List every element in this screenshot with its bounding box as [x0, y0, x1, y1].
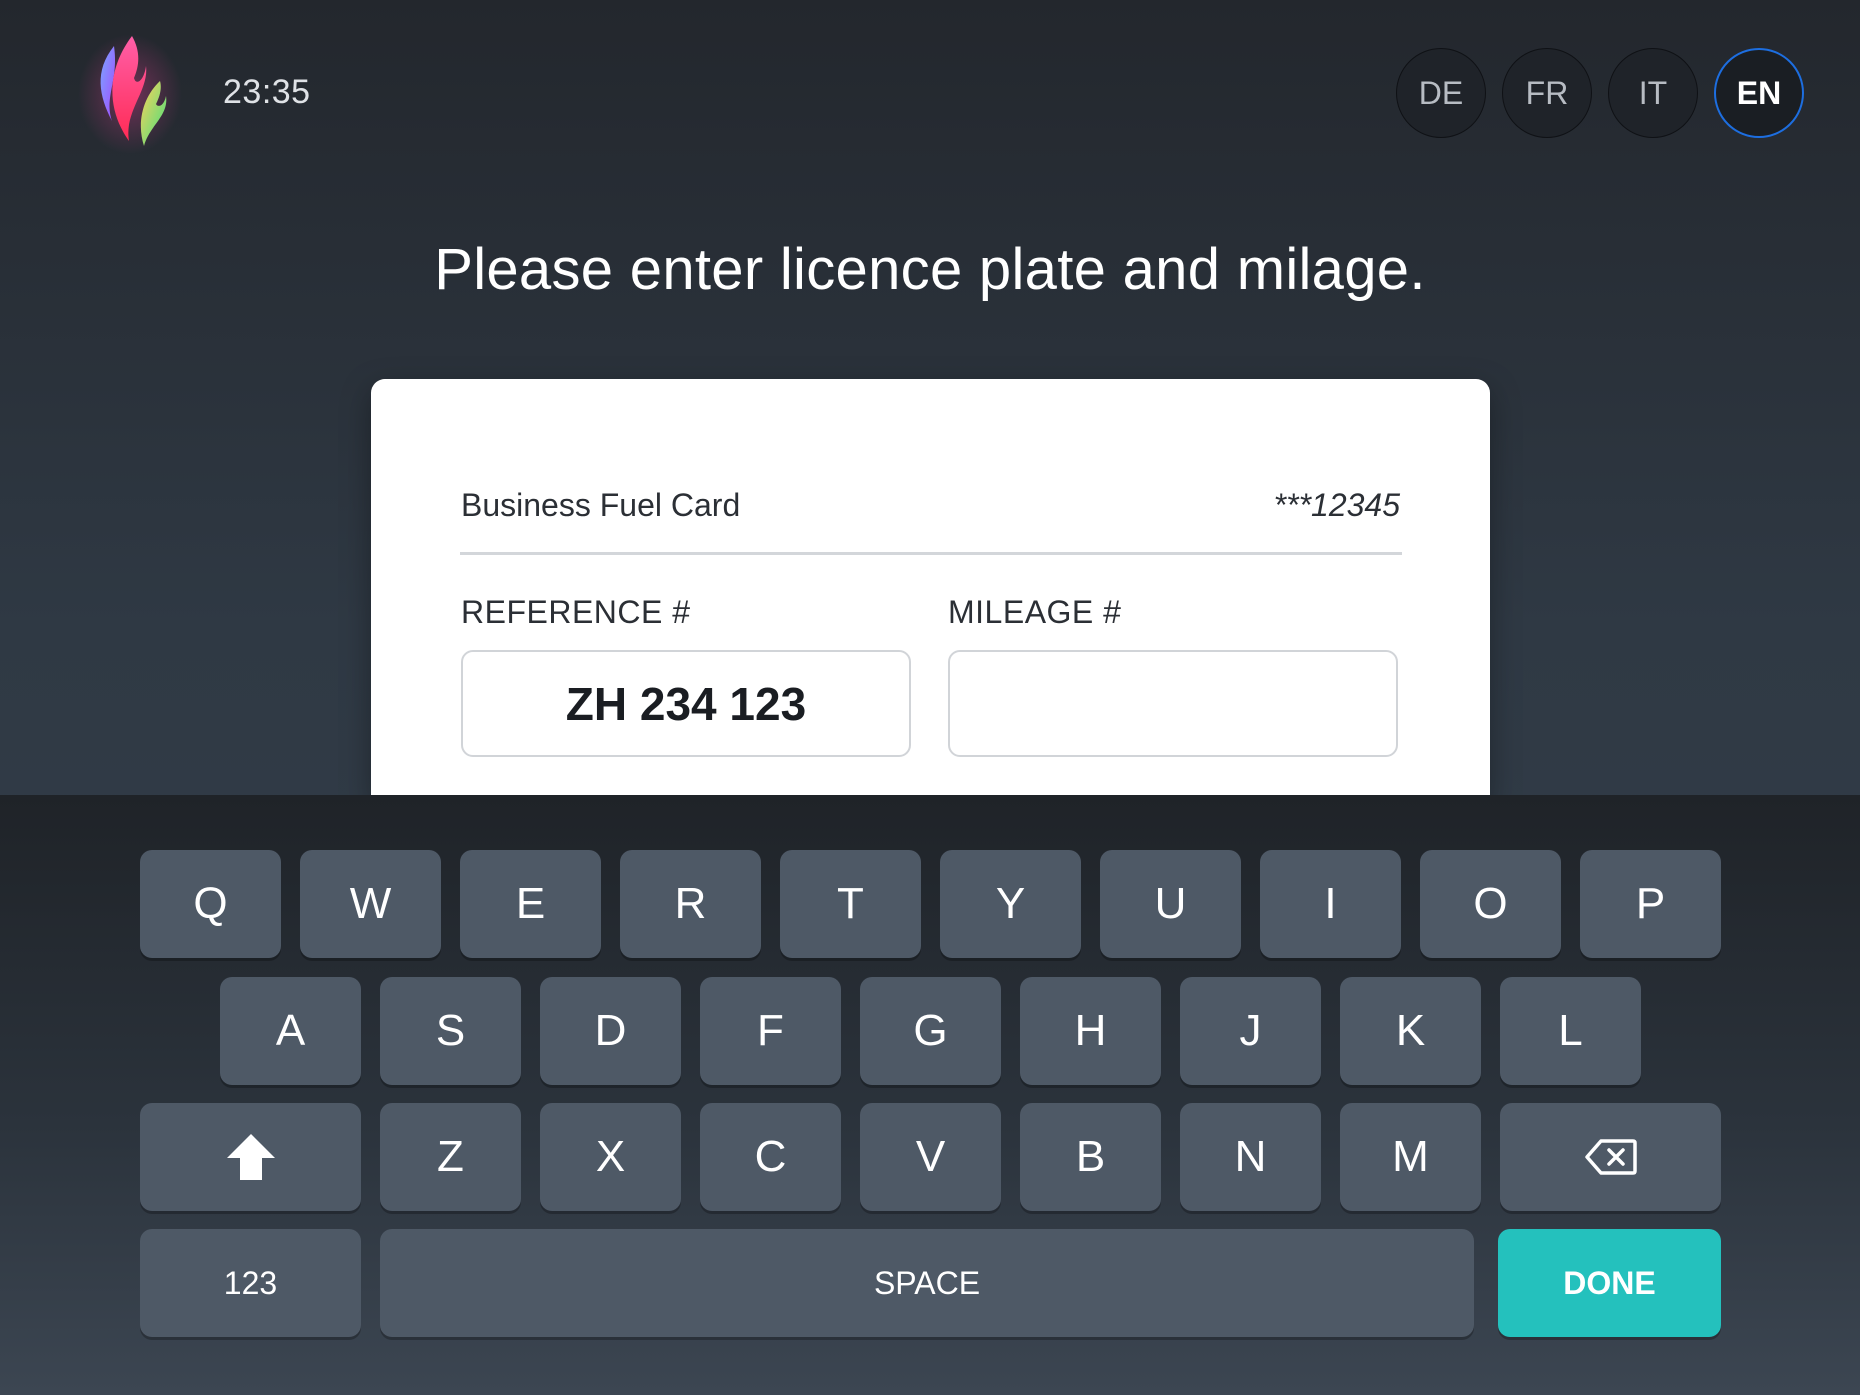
- numbers-key[interactable]: 123: [140, 1229, 361, 1337]
- reference-label: REFERENCE #: [461, 594, 691, 630]
- key-c[interactable]: C: [700, 1103, 841, 1211]
- clock: 23:35: [223, 73, 311, 111]
- key-a[interactable]: A: [220, 977, 361, 1085]
- language-fr-button[interactable]: FR: [1502, 48, 1592, 138]
- page-title: Please enter licence plate and milage.: [434, 237, 1426, 302]
- card-info-row: Business Fuel Card ***12345: [461, 475, 1400, 535]
- space-key[interactable]: SPACE: [380, 1229, 1474, 1337]
- key-e[interactable]: E: [460, 850, 601, 958]
- key-i[interactable]: I: [1260, 850, 1401, 958]
- key-g[interactable]: G: [860, 977, 1001, 1085]
- key-d[interactable]: D: [540, 977, 681, 1085]
- shift-icon: [225, 1132, 277, 1182]
- key-o[interactable]: O: [1420, 850, 1561, 958]
- backspace-key[interactable]: [1500, 1103, 1721, 1211]
- mileage-input[interactable]: [948, 650, 1398, 757]
- mileage-label: MILEAGE #: [948, 594, 1122, 630]
- key-t[interactable]: T: [780, 850, 921, 958]
- card-number: ***12345: [1273, 486, 1400, 523]
- language-selector: DE FR IT EN: [1396, 48, 1804, 138]
- key-q[interactable]: Q: [140, 850, 281, 958]
- card-name: Business Fuel Card: [461, 486, 741, 523]
- key-z[interactable]: Z: [380, 1103, 521, 1211]
- divider: [460, 552, 1402, 555]
- key-k[interactable]: K: [1340, 977, 1481, 1085]
- language-it-button[interactable]: IT: [1608, 48, 1698, 138]
- key-v[interactable]: V: [860, 1103, 1001, 1211]
- language-de-button[interactable]: DE: [1396, 48, 1486, 138]
- key-y[interactable]: Y: [940, 850, 1081, 958]
- key-l[interactable]: L: [1500, 977, 1641, 1085]
- backspace-icon: [1584, 1138, 1637, 1176]
- key-w[interactable]: W: [300, 850, 441, 958]
- done-button[interactable]: DONE: [1498, 1229, 1721, 1337]
- key-j[interactable]: J: [1180, 977, 1321, 1085]
- key-h[interactable]: H: [1020, 977, 1161, 1085]
- key-s[interactable]: S: [380, 977, 521, 1085]
- on-screen-keyboard: Q W E R T Y U I O P A S D F G H J K L Z …: [0, 795, 1860, 1395]
- key-r[interactable]: R: [620, 850, 761, 958]
- key-p[interactable]: P: [1580, 850, 1721, 958]
- reference-input[interactable]: ZH 234 123: [461, 650, 911, 757]
- entry-card: Business Fuel Card ***12345 REFERENCE # …: [371, 379, 1490, 799]
- language-en-button[interactable]: EN: [1714, 48, 1804, 138]
- key-n[interactable]: N: [1180, 1103, 1321, 1211]
- key-u[interactable]: U: [1100, 850, 1241, 958]
- key-m[interactable]: M: [1340, 1103, 1481, 1211]
- key-x[interactable]: X: [540, 1103, 681, 1211]
- shift-key[interactable]: [140, 1103, 361, 1211]
- key-b[interactable]: B: [1020, 1103, 1161, 1211]
- brand-logo: [74, 26, 186, 156]
- key-f[interactable]: F: [700, 977, 841, 1085]
